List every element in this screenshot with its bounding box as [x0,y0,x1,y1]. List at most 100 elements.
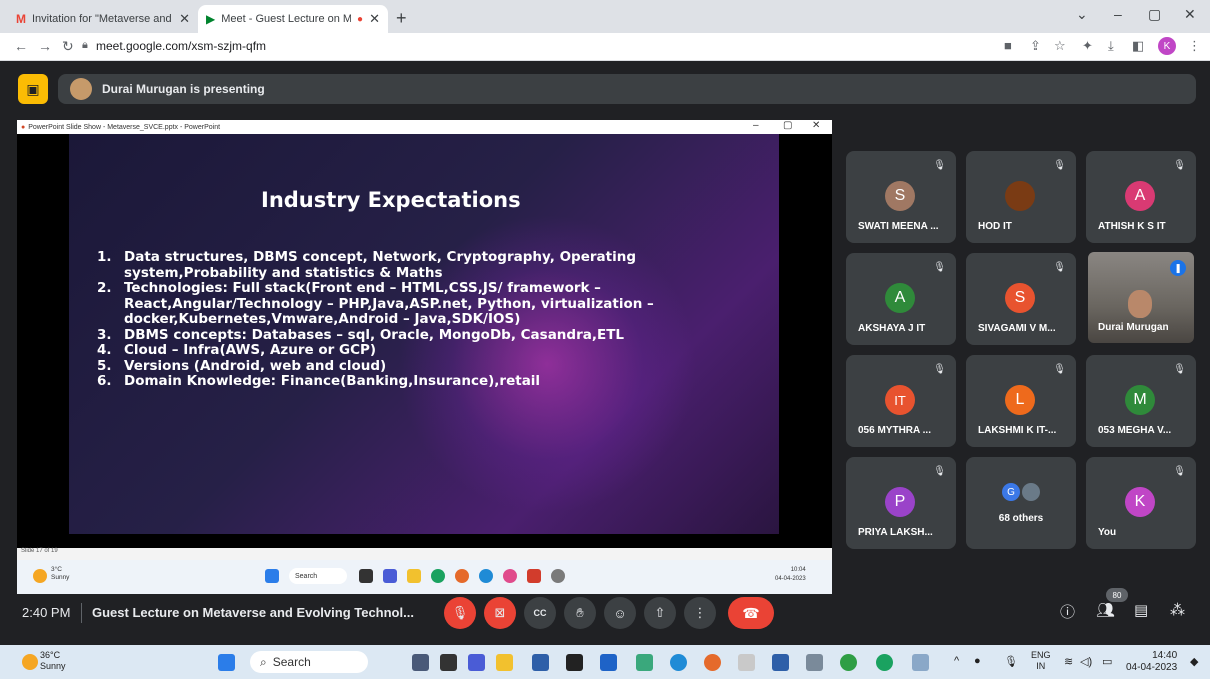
close-window-button[interactable]: ✕ [1184,6,1196,23]
participant-tile-self[interactable]: 🎙︎ K You [1086,457,1196,549]
store-icon[interactable] [600,654,617,671]
taskview-icon[interactable] [440,654,457,671]
info-icon[interactable]: ⓘ [1060,601,1075,622]
wifi-icon[interactable]: ≋ [1064,655,1073,668]
system-clock[interactable]: 14:40 04-04-2023 [1126,650,1177,674]
tab-strip: M Invitation for "Metaverse and Evo ✕ ▶ … [0,0,1210,33]
powerpoint-titlebar: ● PowerPoint Slide Show - Metaverse_SVCE… [17,120,832,134]
participant-avatar: S [1005,283,1035,313]
firefox-icon[interactable] [704,654,721,671]
chat-icon[interactable]: ▤ [1134,601,1148,619]
people-icon[interactable]: 👥︎ [1096,601,1115,619]
weather-widget[interactable]: 36°C Sunny [40,650,66,672]
participant-tile[interactable]: 🎙︎ L LAKSHMI K IT-... [966,355,1076,447]
present-icon: ⇧ [654,605,666,620]
firefox-icon [455,569,469,583]
taskbar-search[interactable]: ⌕ Search [250,651,368,673]
extensions-icon[interactable]: ✦ [1082,38,1093,54]
participant-tile[interactable]: 🎙︎ P PRIYA LAKSH... [846,457,956,549]
close-tab-icon[interactable]: ✕ [179,11,190,27]
phone-hangup-icon: ☎︎ [742,604,760,621]
tab-meet[interactable]: ▶ Meet - Guest Lecture on Me ● ✕ [198,5,388,33]
forward-button[interactable]: → [38,38,52,54]
url-field[interactable]: meet.google.com/xsm-szjm-qfm [96,39,266,53]
slide-item: 2. Technologies: Full stack(Front end – H… [97,280,654,327]
volume-icon[interactable]: ◁) [1080,655,1092,668]
mic-toggle-button[interactable]: 🎙︎ [444,597,476,629]
participant-tile[interactable]: 🎙︎ HOD IT [966,151,1076,243]
app-icon[interactable] [806,654,823,671]
minimize-button[interactable]: – [1114,6,1122,22]
battery-icon[interactable]: ▭ [1102,655,1112,668]
reload-button[interactable]: ↻ [62,38,74,55]
raise-hand-button[interactable]: ✋︎ [564,597,596,629]
reactions-button[interactable]: ☺ [604,597,636,629]
restore-button[interactable]: ▢ [1148,6,1161,23]
shared-clock: 10:04 04-04-2023 [775,567,806,582]
mic-off-icon: 🎙︎ [1173,364,1186,375]
profile-avatar[interactable]: K [1158,37,1176,55]
ppt-restore-icon: ▢ [783,120,793,131]
window-title: PowerPoint Slide Show - Metaverse_SVCE.p… [28,123,221,131]
participant-tile[interactable]: 🎙︎ M 053 MEGHA V... [1086,355,1196,447]
chrome-icon[interactable] [876,654,893,671]
back-button[interactable]: ← [14,38,28,54]
dropbox-icon[interactable] [566,654,583,671]
app-icon[interactable] [772,654,789,671]
share-icon[interactable]: ⇪ [1030,38,1041,54]
stop-presenting-icon[interactable]: ▣ [18,74,48,104]
slide-heading: Industry Expectations [261,188,521,212]
bookmark-star-icon[interactable]: ☆ [1054,38,1066,54]
participant-tile[interactable]: 🎙︎ IT 056 MYTHRA ... [846,355,956,447]
captions-button[interactable]: CC [524,597,556,629]
close-tab-icon[interactable]: ✕ [369,11,380,27]
more-icon: ⋮ [693,605,707,620]
file-explorer-icon[interactable] [496,654,513,671]
participant-tile[interactable]: 🎙︎ S SIVAGAMI V M... [966,253,1076,345]
mic-off-icon: 🎙︎ [1053,364,1066,375]
menu-kebab-icon[interactable]: ⋮ [1188,38,1201,54]
participant-tile[interactable]: 🎙︎ A AKSHAYA J IT [846,253,956,345]
app-icon[interactable] [532,654,549,671]
participant-name: ATHISH K S IT [1098,221,1166,232]
app-icon[interactable] [636,654,653,671]
language-indicator[interactable]: ENG IN [1031,650,1051,672]
app-icon[interactable] [912,654,929,671]
ppt-close-icon: ✕ [812,120,821,131]
weather-condition: Sunny [40,661,66,671]
app-icon[interactable] [738,654,755,671]
others-tile[interactable]: G 68 others [966,457,1076,549]
leave-call-button[interactable]: ☎︎ [728,597,774,629]
sidepanel-icon[interactable]: ◧ [1132,38,1144,54]
search-icon: ⌕ [260,654,267,669]
slide-counter: Slide 17 of 19 [21,548,58,554]
more-options-button[interactable]: ⋮ [684,597,716,629]
tab-search-icon[interactable]: ⌄ [1076,6,1088,23]
present-button[interactable]: ⇧ [644,597,676,629]
edge-icon[interactable] [670,654,687,671]
app-tray-icon[interactable]: ● [974,655,981,667]
mic-off-icon: 🎙︎ [451,605,469,620]
shared-taskbar: 3°C Sunny Search 10:04 04-04-2023 [17,560,832,594]
participant-tile[interactable]: 🎙︎ A ATHISH K S IT [1086,151,1196,243]
participant-video-tile[interactable]: ❚ Durai Murugan [1088,252,1194,343]
taskview-icon [359,569,373,583]
new-tab-button[interactable]: + [396,8,407,29]
teams-chat-icon[interactable] [468,654,485,671]
camera-permission-icon[interactable]: ■ [1004,38,1012,53]
app-icon[interactable] [840,654,857,671]
tab-gmail[interactable]: M Invitation for "Metaverse and Evo ✕ [8,5,198,33]
notification-icon[interactable]: ◆ [1190,655,1198,668]
camera-toggle-button[interactable]: ⊠ [484,597,516,629]
participant-avatar: G [1002,483,1020,501]
ppt-minimize-icon: – [753,120,759,131]
shared-screen: ● PowerPoint Slide Show - Metaverse_SVCE… [17,120,832,594]
mic-off-icon: 🎙︎ [1053,262,1066,273]
chevron-up-icon[interactable]: ^ [954,655,959,667]
activities-icon[interactable]: ⁂ [1170,601,1185,619]
participant-tile[interactable]: 🎙︎ S SWATI MEENA ... [846,151,956,243]
microphone-icon[interactable]: 🎙︎ [1004,655,1018,668]
download-icon[interactable]: ⤓ [1108,38,1114,54]
widget-icon[interactable] [412,654,429,671]
start-button[interactable] [218,654,235,671]
